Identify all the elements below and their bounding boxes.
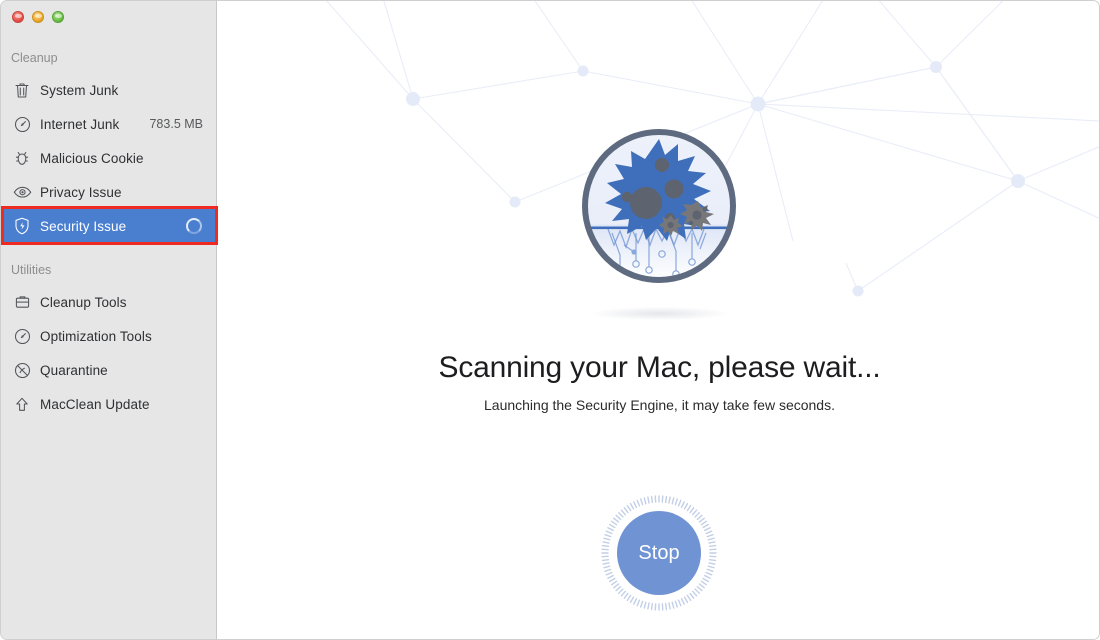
stop-button[interactable]: Stop: [617, 511, 701, 595]
illustration-shadow: [592, 307, 727, 320]
trash-icon: [12, 80, 32, 100]
sidebar-item-malicious-cookie[interactable]: Malicious Cookie: [1, 141, 217, 175]
sidebar-item-quarantine[interactable]: Quarantine: [1, 353, 217, 387]
sidebar-item-cleanup-tools[interactable]: Cleanup Tools: [1, 285, 217, 319]
window-controls: [12, 11, 64, 23]
sidebar-section-cleanup-header: Cleanup: [11, 51, 58, 65]
sidebar-item-label: Quarantine: [40, 362, 108, 378]
sidebar-item-label: Internet Junk: [40, 116, 120, 132]
gauge-icon: [12, 326, 32, 346]
sidebar-item-label: Optimization Tools: [40, 328, 152, 344]
sidebar-section-utilities-header: Utilities: [11, 263, 52, 277]
sidebar-item-label: Malicious Cookie: [40, 150, 144, 166]
bug-icon: [12, 148, 32, 168]
stop-button-area: Stop: [599, 493, 719, 613]
gauge-icon: [12, 114, 32, 134]
sidebar-item-label: System Junk: [40, 82, 119, 98]
maximize-window-button[interactable]: [52, 11, 64, 23]
sidebar-item-system-junk[interactable]: System Junk: [1, 73, 217, 107]
eye-icon: [12, 182, 32, 202]
minimize-window-button[interactable]: [32, 11, 44, 23]
shield-bolt-icon: [12, 216, 32, 236]
loading-spinner-icon: [186, 218, 202, 234]
sidebar-item-optimization-tools[interactable]: Optimization Tools: [1, 319, 217, 353]
app-window: Cleanup System Junk Internet Junk 783.5 …: [0, 0, 1100, 640]
briefcase-icon: [12, 292, 32, 312]
sidebar-item-privacy-issue[interactable]: Privacy Issue: [1, 175, 217, 209]
sidebar-item-label: Cleanup Tools: [40, 294, 127, 310]
sidebar-item-label: MacClean Update: [40, 396, 150, 412]
arrow-up-icon: [12, 394, 32, 414]
sidebar: Cleanup System Junk Internet Junk 783.5 …: [1, 1, 218, 639]
page-subtitle: Launching the Security Engine, it may ta…: [484, 397, 835, 413]
internet-junk-size: 783.5 MB: [149, 117, 203, 131]
no-entry-icon: [12, 360, 32, 380]
sidebar-item-internet-junk[interactable]: Internet Junk 783.5 MB: [1, 107, 217, 141]
sidebar-item-macclean-update[interactable]: MacClean Update: [1, 387, 217, 421]
sidebar-item-label: Security Issue: [40, 218, 127, 234]
close-window-button[interactable]: [12, 11, 24, 23]
sidebar-item-label: Privacy Issue: [40, 184, 122, 200]
sidebar-item-security-issue[interactable]: Security Issue: [1, 209, 217, 243]
page-title: Scanning your Mac, please wait...: [438, 351, 881, 384]
main-panel: Scanning your Mac, please wait... Launch…: [218, 1, 1099, 639]
